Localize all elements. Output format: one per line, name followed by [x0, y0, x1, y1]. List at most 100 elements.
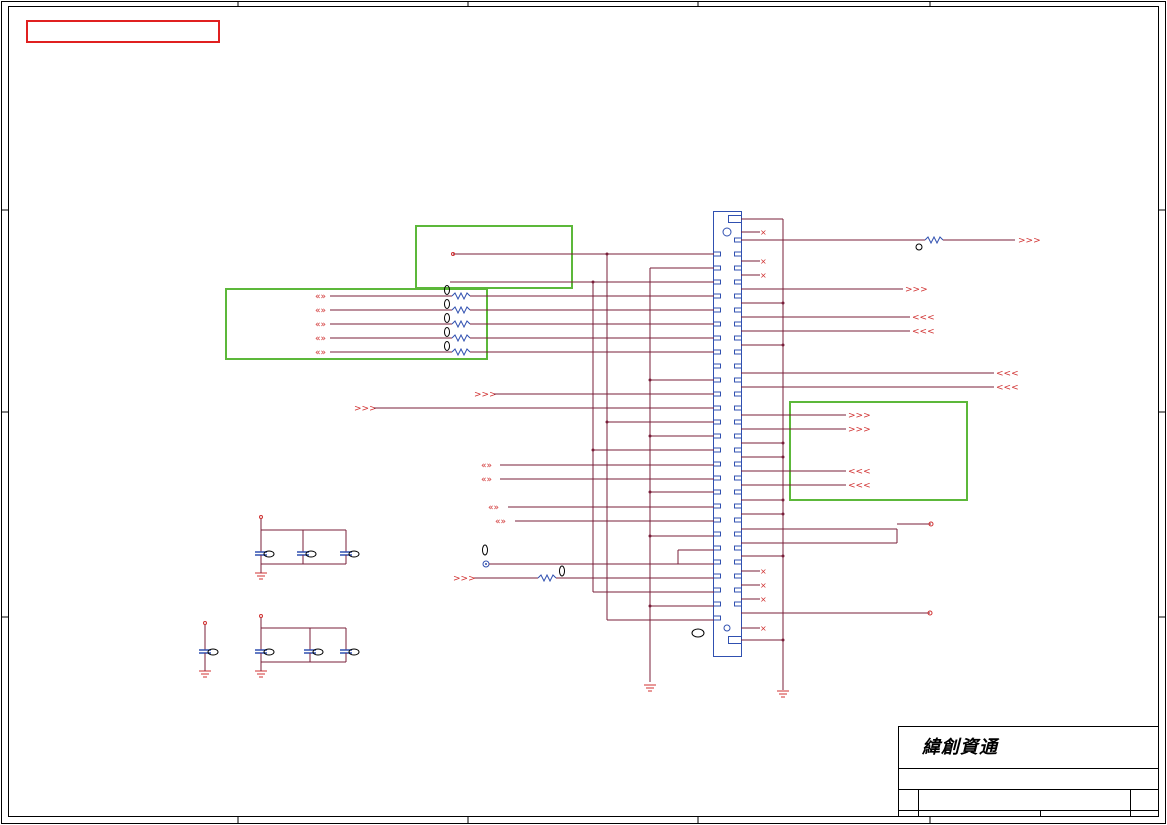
- connector-pin: [734, 601, 742, 607]
- no-connect-icon: ×: [760, 567, 767, 576]
- resistor-icon: [451, 347, 471, 357]
- component-ref: [444, 341, 450, 351]
- no-connect-icon: ×: [760, 271, 767, 280]
- resistor-icon: [451, 305, 471, 315]
- component-ref: [444, 299, 450, 309]
- off-page-connector-icon: <<<: [996, 369, 1019, 379]
- off-page-connector-icon: >>>: [848, 411, 871, 421]
- connector-pin: [734, 377, 742, 383]
- off-page-connector-icon: >>>: [474, 390, 497, 400]
- no-connect-icon: ×: [760, 228, 767, 237]
- power-pin: [203, 621, 207, 625]
- connector-pin: [734, 573, 742, 579]
- connector-pin: [713, 517, 721, 523]
- connector-pin: [734, 475, 742, 481]
- connector-pin: [713, 419, 721, 425]
- connector-pin: [713, 503, 721, 509]
- connector-pin: [713, 601, 721, 607]
- connector-pin: [713, 587, 721, 593]
- off-page-connector-icon: «»: [488, 503, 499, 513]
- connector-pin: [734, 265, 742, 271]
- connector-pin: [734, 321, 742, 327]
- connector-pin: [713, 489, 721, 495]
- resistor-icon: [451, 333, 471, 343]
- connector-pin: [713, 363, 721, 369]
- junction-dots: [591, 252, 785, 642]
- connector-symbol: × × × × × × ×: [713, 211, 783, 657]
- resistor-icon: [451, 291, 471, 301]
- off-page-connector-icon: <<<: [848, 481, 871, 491]
- off-page-connector-icon: >>>: [905, 285, 928, 295]
- resistor-icon: [924, 235, 944, 245]
- connector-pin: [734, 447, 742, 453]
- off-page-connector-icon: >>>: [1018, 236, 1041, 246]
- connector-pin: [713, 559, 721, 565]
- power-pin: [259, 515, 263, 519]
- connector-pin: [734, 363, 742, 369]
- connector-pin: [713, 293, 721, 299]
- off-page-connector-icon: <<<: [996, 383, 1019, 393]
- connector-pin: [734, 587, 742, 593]
- power-pin: [259, 614, 263, 618]
- connector-pin: [734, 335, 742, 341]
- off-page-connector-icon: «»: [315, 334, 326, 344]
- connector-pin: [734, 517, 742, 523]
- connector-pin: [713, 475, 721, 481]
- connector-pin: [713, 279, 721, 285]
- connector-pin: [734, 391, 742, 397]
- connector-pin: [734, 461, 742, 467]
- connector-pin: [713, 349, 721, 355]
- company-name: 緯創資通: [922, 737, 998, 758]
- no-connect-icon: ×: [760, 595, 767, 604]
- component-ref: [207, 648, 219, 656]
- connector-pin: [713, 433, 721, 439]
- no-connect-icon: ×: [760, 581, 767, 590]
- connector-pin: [713, 447, 721, 453]
- connector-pin: [734, 293, 742, 299]
- connector-pin: [713, 321, 721, 327]
- component-ref: [444, 313, 450, 323]
- component-ref: [312, 648, 324, 656]
- connector-pin: [713, 377, 721, 383]
- connector-pin: [713, 531, 721, 537]
- connector-pin: [734, 237, 742, 243]
- off-page-connector-icon: <<<: [912, 313, 935, 323]
- connector-pin: [713, 615, 721, 621]
- off-page-connector-icon: <<<: [848, 467, 871, 477]
- connector-pin: [734, 405, 742, 411]
- connector-pin: [713, 335, 721, 341]
- component-ref: [348, 550, 360, 558]
- connector-pin: [734, 419, 742, 425]
- resistor-icon: [451, 319, 471, 329]
- component-ref: [263, 648, 275, 656]
- connector-pin: [734, 489, 742, 495]
- off-page-connector-icon: «»: [315, 306, 326, 316]
- connector-pins-left: [713, 251, 721, 621]
- connector-pin: [734, 545, 742, 551]
- off-page-connector-icon: >>>: [354, 404, 377, 414]
- component-ref: [263, 550, 275, 558]
- off-page-connector-icon: «»: [315, 292, 326, 302]
- connector-pin: [713, 405, 721, 411]
- connector-pin: [734, 251, 742, 257]
- junction-dot: [781, 638, 785, 642]
- sheet-frame: [1, 1, 1166, 824]
- connector-pin: [734, 503, 742, 509]
- no-connect-icon: ×: [760, 624, 767, 633]
- no-connect-icon: ×: [760, 257, 767, 266]
- component-ref: [348, 648, 360, 656]
- off-page-connector-icon: <<<: [912, 327, 935, 337]
- off-page-connector-icon: «»: [315, 320, 326, 330]
- component-ref: [444, 327, 450, 337]
- resistor-icon: [537, 573, 557, 583]
- connector-pin: [713, 573, 721, 579]
- connector-pin: [713, 391, 721, 397]
- connector-pin: [734, 349, 742, 355]
- off-page-connector-icon: >>>: [453, 574, 476, 584]
- connector-pin: [734, 279, 742, 285]
- off-page-connector-icon: «»: [481, 461, 492, 471]
- highlight-boxes: [26, 20, 968, 501]
- connector-pin: [734, 531, 742, 537]
- connector-pin: [713, 307, 721, 313]
- capacitor-banks: [199, 515, 360, 671]
